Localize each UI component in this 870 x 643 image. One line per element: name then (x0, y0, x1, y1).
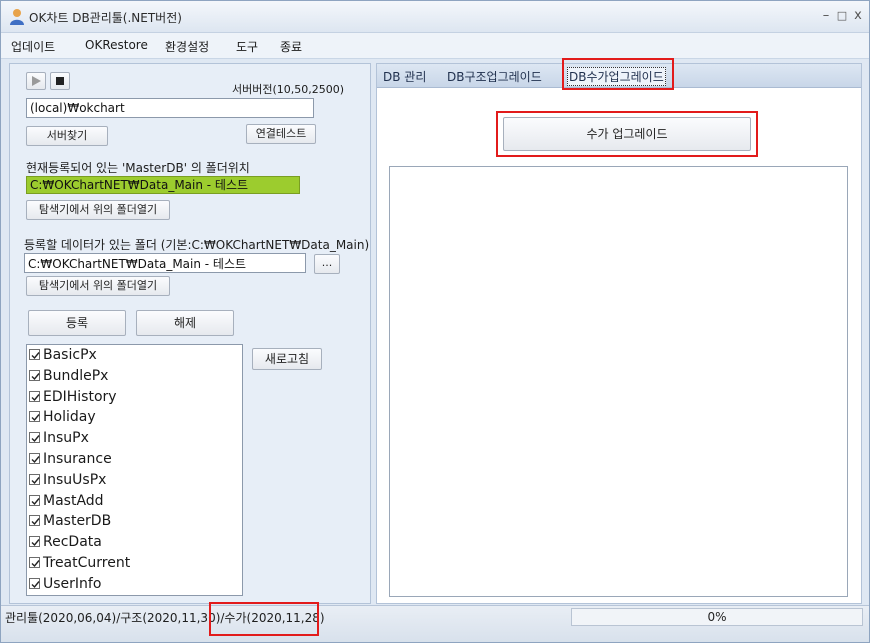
checkbox-checked-icon[interactable] (29, 349, 40, 360)
list-item[interactable]: RecData (27, 532, 242, 553)
browse-button[interactable]: ... (314, 254, 340, 274)
checkbox-checked-icon[interactable] (29, 452, 40, 464)
data-folder-input[interactable] (24, 253, 306, 273)
checkbox-checked-icon[interactable] (29, 390, 40, 402)
refresh-button[interactable]: 새로고침 (252, 348, 322, 370)
register-button[interactable]: 등록 (28, 310, 126, 336)
play-icon (30, 76, 42, 90)
menu-exit[interactable]: 종료 (280, 38, 302, 55)
right-panel: DB 관리 DB구조업그레이드 DB수가업그레이드 수가 업그레이드 (376, 58, 862, 604)
list-item[interactable]: UserInfo (27, 574, 242, 595)
status-text: 관리툴(2020,06,04)/구조(2020,11,30)/수가(2020,1… (5, 611, 325, 625)
checkbox-checked-icon[interactable] (29, 369, 40, 381)
unregister-button[interactable]: 해제 (136, 310, 234, 336)
close-button[interactable]: x (849, 7, 867, 25)
checkbox-checked-icon[interactable] (29, 556, 40, 568)
price-upgrade-button[interactable]: 수가 업그레이드 (503, 117, 751, 151)
master-path-display: C:₩OKChartNET₩Data_Main - 테스트 (26, 176, 300, 194)
menu-bar: 업데이트 OKRestore 환경설정 도구 종료 (1, 33, 869, 59)
list-item[interactable]: BasicPx (27, 345, 242, 366)
list-item[interactable]: MastAdd (27, 491, 242, 512)
list-item[interactable]: InsuUsPx (27, 470, 242, 491)
tab-db-structure-upgrade[interactable]: DB구조업그레이드 (447, 68, 542, 85)
list-item[interactable]: Insurance (27, 449, 242, 470)
stop-icon (55, 76, 65, 89)
list-item[interactable]: EDIHistory (27, 387, 242, 408)
checkbox-checked-icon[interactable] (29, 432, 40, 444)
open-master-folder-button[interactable]: 탐색기에서 위의 폴더열기 (26, 200, 170, 220)
find-server-button[interactable]: 서버찾기 (26, 126, 108, 146)
user-icon (9, 8, 25, 25)
data-folder-label: 등록할 데이터가 있는 폴더 (기본:C:₩OKChartNET₩Data_Ma… (24, 238, 370, 252)
menu-tools[interactable]: 도구 (236, 38, 258, 55)
progress-text: 0% (707, 610, 727, 624)
server-name-input[interactable] (26, 98, 314, 118)
checkbox-checked-icon[interactable] (29, 577, 40, 589)
stop-button[interactable] (50, 72, 70, 90)
menu-okrestore[interactable]: OKRestore (85, 38, 148, 52)
checkbox-checked-icon[interactable] (29, 515, 40, 527)
play-button[interactable] (26, 72, 46, 90)
checkbox-checked-icon[interactable] (29, 473, 40, 485)
list-item[interactable]: InsuPx (27, 428, 242, 449)
app-window: OK차트 DB관리툴(.NET버전) – □ x 업데이트 OKRestore … (0, 0, 870, 643)
checkbox-checked-icon[interactable] (29, 494, 40, 506)
left-panel: 서버버전(10,50,2500) 서버찾기 연결테스트 현재등록되어 있는 'M… (9, 63, 371, 604)
output-area[interactable] (389, 166, 848, 597)
menu-update[interactable]: 업데이트 (11, 38, 55, 55)
list-item[interactable]: BundlePx (27, 366, 242, 387)
progress-bar: 0% (571, 608, 863, 626)
connect-test-button[interactable]: 연결테스트 (246, 124, 316, 144)
tab-strip: DB 관리 DB구조업그레이드 DB수가업그레이드 (377, 64, 861, 88)
menu-settings[interactable]: 환경설정 (165, 38, 209, 55)
master-folder-label: 현재등록되어 있는 'MasterDB' 의 폴더위치 (26, 161, 250, 175)
list-item[interactable]: MasterDB (27, 511, 242, 532)
db-list[interactable]: BasicPx BundlePx EDIHistory Holiday Insu… (26, 344, 243, 596)
status-bar: 관리툴(2020,06,04)/구조(2020,11,30)/수가(2020,1… (1, 602, 869, 642)
list-item[interactable]: TreatCurrent (27, 553, 242, 574)
checkbox-checked-icon[interactable] (29, 411, 40, 423)
tab-db-price-upgrade[interactable]: DB수가업그레이드 (567, 67, 666, 86)
list-item[interactable]: Holiday (27, 407, 242, 428)
title-bar[interactable]: OK차트 DB관리툴(.NET버전) – □ x (1, 1, 869, 33)
checkbox-checked-icon[interactable] (29, 536, 40, 548)
tab-db-manage[interactable]: DB 관리 (383, 68, 426, 85)
server-version: 서버버전(10,50,2500) (232, 83, 345, 96)
open-data-folder-button[interactable]: 탐색기에서 위의 폴더열기 (26, 276, 170, 296)
window-title: OK차트 DB관리툴(.NET버전) (29, 11, 182, 25)
